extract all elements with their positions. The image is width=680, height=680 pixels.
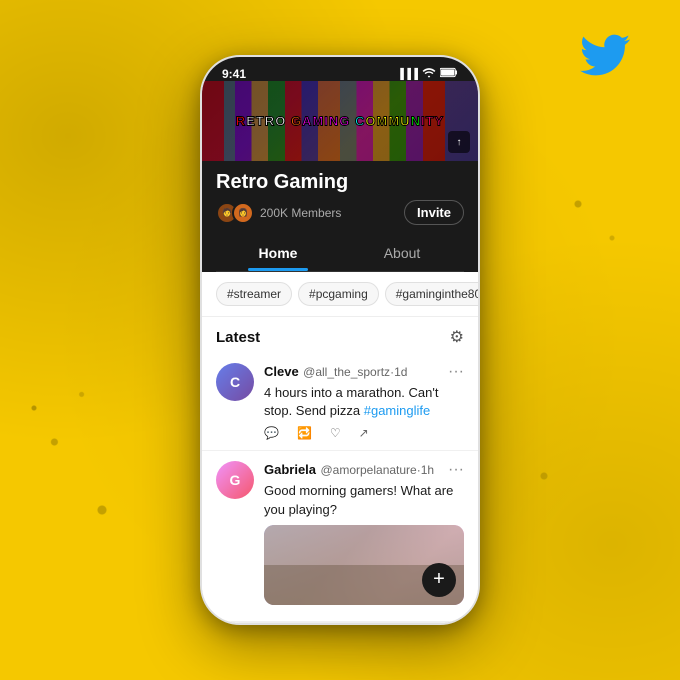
community-name: Retro Gaming bbox=[216, 171, 464, 194]
tweet-item-gabriela: G Gabriela @amorpelanature·1h ··· Good m… bbox=[202, 451, 478, 621]
content-area: #streamer #pcgaming #gaminginthe80s #nin… bbox=[202, 272, 478, 622]
member-avatars: 🧑 👩 bbox=[216, 202, 254, 224]
signal-icon: ▐▐▐ bbox=[397, 69, 418, 80]
invite-button[interactable]: Invite bbox=[404, 200, 464, 225]
retweet-action[interactable]: 🔁 bbox=[297, 426, 312, 440]
bottom-navigation bbox=[202, 622, 478, 625]
status-icons: ▐▐▐ bbox=[397, 67, 458, 81]
tab-about[interactable]: About bbox=[340, 235, 464, 271]
tweet-avatar-gabriela: G bbox=[216, 461, 254, 499]
share-action[interactable]: ↗ bbox=[359, 426, 369, 440]
battery-icon bbox=[440, 67, 458, 81]
tweet-user-info: Cleve @all_the_sportz·1d bbox=[264, 363, 407, 381]
community-banner: RETRO GAMING COMMUNITY ↑ bbox=[202, 81, 478, 161]
latest-title: Latest bbox=[216, 329, 260, 346]
hashtag-row: #streamer #pcgaming #gaminginthe80s #nin… bbox=[202, 272, 478, 317]
tweet-user-info-2: Gabriela @amorpelanature·1h bbox=[264, 461, 434, 479]
reply-action[interactable]: 💬 bbox=[264, 426, 279, 440]
status-time: 9:41 bbox=[222, 67, 246, 81]
tweet-avatar-cleve: C bbox=[216, 363, 254, 401]
banner-title: RETRO GAMING COMMUNITY bbox=[236, 114, 444, 129]
tweet-actions-cleve: 💬 🔁 ♡ ↗ bbox=[264, 426, 464, 440]
phone-mockup: 9:41 ▐▐▐ RETRO GAMING COMMUNITY ↑ bbox=[200, 55, 480, 625]
hashtag-pcgaming[interactable]: #pcgaming bbox=[298, 282, 379, 306]
tweet-text-cleve: 4 hours into a marathon. Can't stop. Sen… bbox=[264, 384, 464, 420]
tweet-more-gabriela[interactable]: ··· bbox=[448, 461, 464, 479]
tweet-body-cleve: Cleve @all_the_sportz·1d ··· 4 hours int… bbox=[264, 363, 464, 440]
twitter-bird-icon bbox=[580, 30, 630, 70]
tweet-header-gabriela: Gabriela @amorpelanature·1h ··· bbox=[264, 461, 464, 479]
tweet-header-cleve: Cleve @all_the_sportz·1d ··· bbox=[264, 363, 464, 381]
tweet-image-gabriela: + bbox=[264, 525, 464, 605]
community-info-section: Retro Gaming 🧑 👩 200K Members Invite Hom… bbox=[202, 161, 478, 272]
avatar-2: 👩 bbox=[232, 202, 254, 224]
status-bar: 9:41 ▐▐▐ bbox=[202, 57, 478, 81]
filter-icon[interactable]: ⚙ bbox=[450, 327, 464, 347]
upload-icon[interactable]: ↑ bbox=[448, 131, 470, 153]
tweet-more-cleve[interactable]: ··· bbox=[448, 363, 464, 381]
like-action[interactable]: ♡ bbox=[330, 426, 341, 440]
tweet-text-gabriela: Good morning gamers! What are you playin… bbox=[264, 482, 464, 518]
compose-fab-button[interactable]: + bbox=[422, 563, 456, 597]
avatars-members: 🧑 👩 200K Members bbox=[216, 202, 341, 224]
latest-header: Latest ⚙ bbox=[202, 317, 478, 353]
member-row: 🧑 👩 200K Members Invite bbox=[216, 200, 464, 225]
hashtag-streamer[interactable]: #streamer bbox=[216, 282, 292, 306]
member-count: 200K Members bbox=[260, 206, 341, 220]
wifi-icon bbox=[422, 67, 436, 81]
tweet-body-gabriela: Gabriela @amorpelanature·1h ··· Good mor… bbox=[264, 461, 464, 610]
hashtag-gaminginthe80s[interactable]: #gaminginthe80s bbox=[385, 282, 478, 306]
tab-home[interactable]: Home bbox=[216, 235, 340, 271]
tweet-item-cleve: C Cleve @all_the_sportz·1d ··· 4 hours i… bbox=[202, 353, 478, 451]
community-tabs: Home About bbox=[216, 235, 464, 272]
